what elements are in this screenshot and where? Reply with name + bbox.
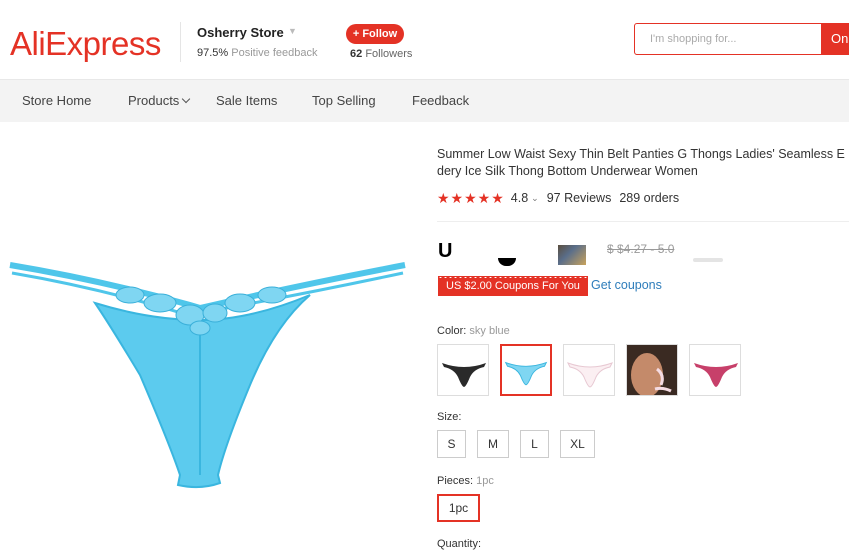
nav-item-feedback[interactable]: Feedback <box>412 93 469 108</box>
rose-thong-icon <box>694 363 738 387</box>
size-option-s[interactable]: S <box>437 430 466 458</box>
store-nav: Store Home Products Sale Items Top Selli… <box>0 80 849 122</box>
header-divider <box>180 22 181 62</box>
pieces-value: 1pc <box>476 475 494 487</box>
search-button[interactable]: On <box>821 23 849 55</box>
pieces-option-1pc[interactable]: 1pc <box>437 494 480 522</box>
color-swatch-white[interactable] <box>563 344 615 396</box>
product-rating: ★★★★★ 4.8 ⌄ 97 Reviews 289 orders <box>437 190 679 206</box>
product-main-image[interactable] <box>0 145 420 545</box>
price-artifact <box>498 258 516 266</box>
orders-count: 289 orders <box>619 191 680 205</box>
search-placeholder: I'm shopping for... <box>650 33 737 45</box>
reviews-link[interactable]: 97 Reviews <box>547 191 612 205</box>
size-option-m[interactable]: M <box>477 430 509 458</box>
price-artifact <box>558 245 586 265</box>
product-title-line-1: Summer Low Waist Sexy Thin Belt Panties … <box>437 147 845 161</box>
white-thong-icon <box>566 362 614 388</box>
product-title-line-2: dery Ice Silk Thong Bottom Underwear Wom… <box>437 164 698 178</box>
blue-thong-icon <box>504 361 548 386</box>
store-name[interactable]: Osherry Store <box>197 25 284 40</box>
color-swatch-model[interactable] <box>626 344 678 396</box>
coupon-badge[interactable]: US $2.00 Coupons For You <box>438 276 588 296</box>
price-artifact <box>693 258 723 262</box>
followers-label: Followers <box>365 48 413 60</box>
followers-count: 62 Followers <box>350 48 412 60</box>
color-swatch-rose[interactable] <box>689 344 741 396</box>
product-title: Summer Low Waist Sexy Thin Belt Panties … <box>437 146 849 180</box>
rating-dropdown-icon[interactable]: ⌄ <box>531 193 539 204</box>
black-thong-icon <box>442 363 486 387</box>
color-value: sky blue <box>469 325 510 337</box>
size-label: Size: <box>437 411 462 423</box>
size-option-l[interactable]: L <box>520 430 549 458</box>
search-input[interactable]: I'm shopping for... <box>634 23 822 55</box>
nav-item-sale-items[interactable]: Sale Items <box>216 93 277 108</box>
followers-number: 62 <box>350 48 363 60</box>
model-photo-icon <box>627 345 677 395</box>
pieces-label-text: Pieces: <box>437 475 474 487</box>
pieces-label: Pieces: 1pc <box>437 475 494 487</box>
feedback-label: Positive feedback <box>231 47 318 59</box>
price-current: U <box>438 240 453 262</box>
color-swatch-sky-blue[interactable] <box>500 344 552 396</box>
store-feedback: 97.5% Positive feedback <box>197 47 317 59</box>
follow-button[interactable]: + Follow <box>346 24 404 44</box>
feedback-percent: 97.5% <box>197 47 229 59</box>
quantity-label: Quantity: <box>437 538 482 550</box>
rating-stars-icon: ★★★★★ <box>437 189 505 206</box>
store-header: AliExpress Osherry Store ▼ 97.5% Positiv… <box>0 0 849 80</box>
price-original: $ $4.27 - 5.0 <box>607 242 675 256</box>
divider <box>437 221 849 222</box>
size-option-xl[interactable]: XL <box>560 430 595 458</box>
nav-item-products[interactable]: Products <box>128 93 191 108</box>
color-label: Color: sky blue <box>437 325 510 337</box>
get-coupons-link[interactable]: Get coupons <box>591 278 662 292</box>
nav-item-products-label: Products <box>128 93 180 108</box>
nav-item-top-selling[interactable]: Top Selling <box>312 93 376 108</box>
nav-item-store-home[interactable]: Store Home <box>22 93 91 108</box>
rating-value[interactable]: 4.8 <box>511 191 528 205</box>
aliexpress-logo[interactable]: AliExpress <box>10 25 161 63</box>
store-dropdown-icon[interactable]: ▼ <box>288 26 297 36</box>
color-swatch-black[interactable] <box>437 344 489 396</box>
color-label-text: Color: <box>437 325 467 337</box>
chevron-down-icon <box>182 94 191 104</box>
